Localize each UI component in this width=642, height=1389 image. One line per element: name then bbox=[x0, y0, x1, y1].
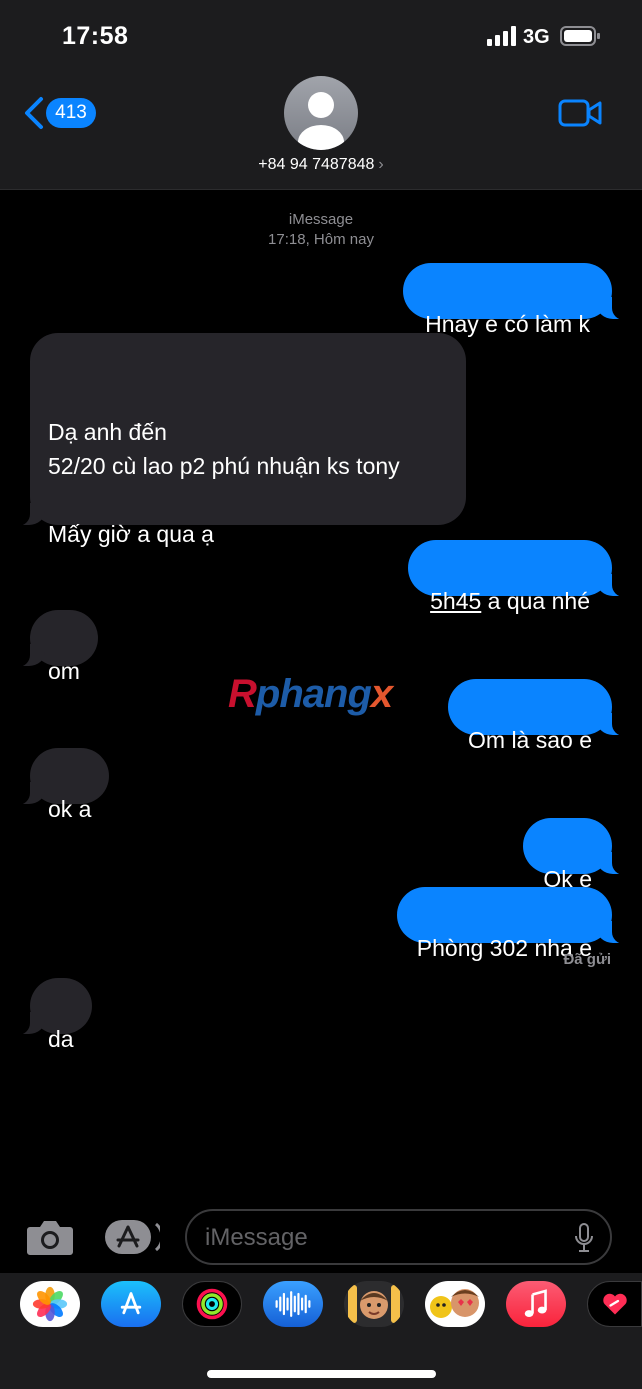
message-bubble-outgoing[interactable]: Ok e bbox=[523, 818, 624, 892]
message-text: Hnay e có làm k bbox=[425, 311, 590, 337]
microphone-icon[interactable] bbox=[574, 1223, 594, 1253]
time-link[interactable]: 5h45 bbox=[430, 588, 481, 614]
delivered-status: Đã gửi bbox=[563, 951, 611, 968]
message-bubble-outgoing[interactable]: Phòng 302 nha e bbox=[396, 887, 625, 961]
digital-touch-icon[interactable] bbox=[587, 1281, 642, 1327]
message-bubble-incoming[interactable]: da bbox=[18, 978, 92, 1052]
network-type: 3G bbox=[523, 26, 550, 48]
home-indicator[interactable] bbox=[207, 1370, 436, 1378]
message-bubble-incoming[interactable]: om bbox=[18, 610, 98, 684]
battery-icon bbox=[560, 26, 600, 46]
memoji-stickers-icon[interactable] bbox=[425, 1281, 485, 1327]
person-icon bbox=[298, 92, 344, 150]
contact-avatar[interactable] bbox=[284, 76, 358, 150]
chevron-right-icon: › bbox=[378, 156, 384, 173]
facetime-video-icon[interactable] bbox=[558, 98, 602, 128]
message-input-placeholder: iMessage bbox=[205, 1224, 308, 1251]
message-input[interactable]: iMessage bbox=[185, 1209, 612, 1265]
chevron-left-icon bbox=[25, 97, 43, 129]
signal-icon bbox=[487, 26, 516, 46]
message-bubble-incoming[interactable]: ok a bbox=[17, 748, 110, 822]
music-app-icon[interactable] bbox=[506, 1281, 566, 1327]
conversation-meta: iMessage 17:18, Hôm nay bbox=[0, 210, 642, 250]
message-bubble-outgoing[interactable]: Hnay e có làm k bbox=[403, 263, 624, 337]
message-bubble-outgoing[interactable]: 5h45 a qua nhé bbox=[408, 540, 624, 614]
contact-number: +84 94 7487848 bbox=[258, 156, 375, 173]
status-time: 17:58 bbox=[62, 22, 129, 50]
watermark-logo: Rphangx bbox=[228, 672, 393, 716]
unread-count-badge: 413 bbox=[46, 98, 96, 128]
message-text: Dạ anh đến 52/20 cù lao p2 phú nhuận ks … bbox=[48, 419, 400, 547]
message-text: da bbox=[48, 1026, 74, 1052]
message-text: ok a bbox=[48, 796, 92, 822]
contact-name[interactable]: +84 94 7487848 › bbox=[0, 156, 642, 174]
conversation-timestamp: 17:18, Hôm nay bbox=[268, 231, 374, 248]
message-text: a qua nhé bbox=[481, 588, 590, 614]
audio-message-icon[interactable] bbox=[263, 1281, 323, 1327]
message-bubble-outgoing[interactable]: Om là sao e bbox=[448, 679, 624, 753]
message-bubble-incoming[interactable]: Dạ anh đến 52/20 cù lao p2 phú nhuận ks … bbox=[18, 333, 466, 547]
conversation-header: 413 +84 94 7487848 › bbox=[0, 70, 642, 190]
memoji-icon[interactable] bbox=[344, 1281, 404, 1327]
message-text: om bbox=[48, 658, 80, 684]
status-bar: 17:58 3G bbox=[0, 0, 642, 70]
camera-icon[interactable] bbox=[26, 1218, 74, 1256]
service-label: iMessage bbox=[288, 211, 354, 228]
activity-app-icon[interactable] bbox=[182, 1281, 242, 1327]
back-button[interactable]: 413 bbox=[22, 94, 102, 134]
app-drawer bbox=[0, 1273, 642, 1389]
message-text: Om là sao e bbox=[468, 727, 592, 753]
app-store-icon[interactable] bbox=[101, 1281, 161, 1327]
app-store-apps-icon[interactable] bbox=[104, 1218, 160, 1256]
photos-app-icon[interactable] bbox=[20, 1281, 80, 1327]
